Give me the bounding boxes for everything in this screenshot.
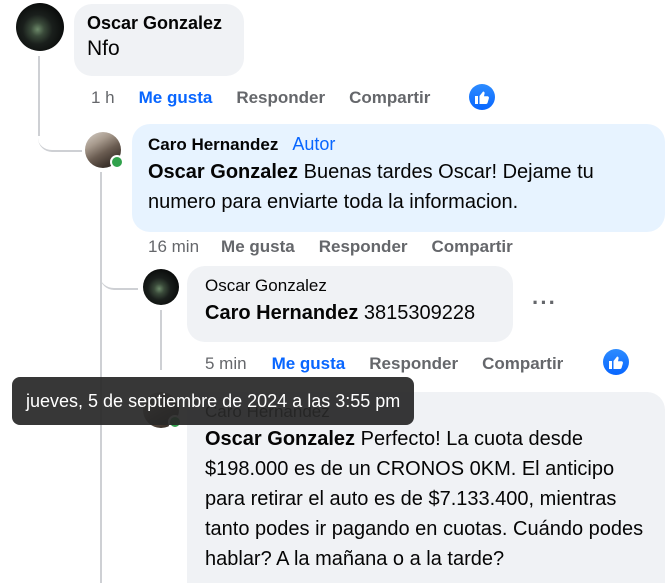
- comment-time[interactable]: 16 min: [148, 237, 199, 257]
- avatar-oscar-gonzalez[interactable]: [143, 269, 179, 305]
- comment-text: 3815309228: [358, 302, 476, 324]
- comment-author[interactable]: Oscar Gonzalez: [205, 274, 501, 298]
- share-button[interactable]: Compartir: [349, 88, 430, 108]
- avatar-image: [143, 269, 179, 305]
- thread-curve-2: [100, 262, 138, 290]
- comment-bubble-3: Oscar Gonzalez Caro Hernandez 3815309228: [187, 266, 513, 342]
- comment-bubble-1: Oscar Gonzalez Nfo: [74, 4, 244, 76]
- comment-actions-2: 16 min Me gusta Responder Compartir: [148, 237, 537, 257]
- online-status-icon: [110, 155, 124, 169]
- more-options-button[interactable]: ···: [532, 290, 557, 316]
- reply-button[interactable]: Responder: [369, 354, 458, 374]
- avatar-image: [16, 3, 64, 51]
- like-reaction-icon[interactable]: [603, 349, 629, 375]
- like-reaction-icon[interactable]: [469, 84, 495, 110]
- avatar-caro-hernandez[interactable]: [85, 132, 124, 169]
- comment-author[interactable]: Oscar Gonzalez: [87, 12, 232, 34]
- timestamp-tooltip: jueves, 5 de septiembre de 2024 a las 3:…: [12, 377, 415, 425]
- like-button[interactable]: Me gusta: [272, 354, 346, 374]
- comment-bubble-2: Caro Hernandez Autor Oscar Gonzalez Buena…: [132, 124, 665, 232]
- like-button[interactable]: Me gusta: [221, 237, 295, 257]
- share-button[interactable]: Compartir: [432, 237, 513, 257]
- comment-mention[interactable]: Oscar Gonzalez: [148, 161, 298, 183]
- avatar-oscar-gonzalez[interactable]: [16, 3, 64, 51]
- like-button[interactable]: Me gusta: [139, 88, 213, 108]
- comment-actions-1: 1 h Me gusta Responder Compartir: [91, 88, 454, 108]
- share-button[interactable]: Compartir: [482, 354, 563, 374]
- comment-author[interactable]: Caro Hernandez: [148, 135, 278, 154]
- comment-actions-3: 5 min Me gusta Responder Compartir: [205, 354, 587, 374]
- comment-text: Nfo: [87, 37, 120, 60]
- thumbs-up-icon: [475, 91, 489, 104]
- thread-curve-1: [38, 120, 82, 152]
- thumbs-up-icon: [609, 356, 623, 369]
- thread-line-nested: [160, 310, 162, 370]
- reply-button[interactable]: Responder: [236, 88, 325, 108]
- reply-button[interactable]: Responder: [319, 237, 408, 257]
- author-badge: Autor: [292, 134, 336, 154]
- comment-mention[interactable]: Caro Hernandez: [205, 302, 358, 324]
- comment-mention[interactable]: Oscar Gonzalez: [205, 428, 355, 450]
- comment-time[interactable]: 5 min: [205, 354, 247, 374]
- comment-time[interactable]: 1 h: [91, 88, 115, 108]
